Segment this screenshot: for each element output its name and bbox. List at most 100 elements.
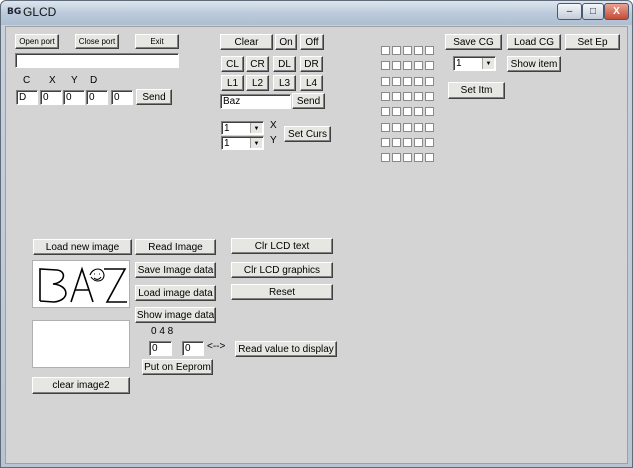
put-on-eeprom-button[interactable]: Put on Eeprom [142, 359, 213, 375]
pixel-checkbox[interactable] [425, 46, 434, 55]
pixel-checkbox[interactable] [425, 61, 434, 70]
pixel-checkbox[interactable] [403, 46, 412, 55]
reset-button[interactable]: Reset [231, 284, 333, 300]
set-ep-button[interactable]: Set Ep [565, 34, 620, 50]
l3-button[interactable]: L3 [273, 75, 296, 91]
send-button[interactable]: Send [136, 89, 172, 105]
pixel-checkbox[interactable] [414, 107, 423, 116]
image2-preview [32, 320, 130, 368]
pixel-checkbox[interactable] [414, 138, 423, 147]
save-image-data-button[interactable]: Save Image data [135, 262, 216, 278]
pixel-checkbox[interactable] [381, 77, 390, 86]
pixel-checkbox[interactable] [381, 92, 390, 101]
clear-button[interactable]: Clear [220, 34, 273, 50]
l1-button[interactable]: L1 [221, 75, 244, 91]
pixel-checkbox[interactable] [403, 123, 412, 132]
pixel-checkbox[interactable] [414, 61, 423, 70]
pixel-checkbox[interactable] [403, 107, 412, 116]
lcd-send-button[interactable]: Send [292, 93, 325, 109]
clear-image2-button[interactable]: clear image2 [32, 377, 130, 394]
dr-button[interactable]: DR [300, 56, 323, 72]
pixel-checkbox[interactable] [403, 77, 412, 86]
pixel-checkbox[interactable] [392, 123, 401, 132]
pixel-checkbox[interactable] [392, 92, 401, 101]
label-x: X [49, 75, 56, 86]
cursor-y-value: 1 [224, 138, 230, 149]
set-item-button[interactable]: Set Itm [448, 82, 505, 99]
pixel-checkbox[interactable] [414, 46, 423, 55]
c-field[interactable]: D [16, 90, 38, 105]
pixel-checkbox[interactable] [403, 138, 412, 147]
l4-button[interactable]: L4 [300, 75, 323, 91]
read-image-button[interactable]: Read Image [135, 239, 216, 255]
pixel-checkbox[interactable] [392, 46, 401, 55]
pixel-checkbox[interactable] [392, 107, 401, 116]
pixel-checkbox[interactable] [403, 61, 412, 70]
pixel-checkbox[interactable] [414, 77, 423, 86]
value-a-field[interactable]: 0 [149, 341, 172, 356]
load-cg-button[interactable]: Load CG [507, 34, 561, 50]
lcd-text-input[interactable]: Baz [220, 94, 291, 109]
pixel-checkbox[interactable] [381, 46, 390, 55]
label-c: C [23, 75, 31, 86]
cr-button[interactable]: CR [246, 56, 269, 72]
pixel-checkbox[interactable] [392, 153, 401, 162]
cl-button[interactable]: CL [221, 56, 244, 72]
chevron-down-icon: ▼ [250, 123, 262, 133]
pixel-checkbox[interactable] [381, 61, 390, 70]
pixel-checkbox[interactable] [381, 123, 390, 132]
save-cg-button[interactable]: Save CG [445, 34, 502, 50]
pixel-checkbox[interactable] [392, 61, 401, 70]
on-button[interactable]: On [275, 34, 297, 50]
maximize-icon[interactable]: □ [582, 3, 604, 20]
pixel-checkbox[interactable] [425, 153, 434, 162]
exit-button[interactable]: Exit [135, 34, 179, 49]
close-icon[interactable]: X [604, 3, 629, 20]
item-value: 1 [456, 58, 462, 69]
image-preview-drawing [39, 266, 127, 303]
title-bar[interactable]: BG GLCD – □ X [1, 1, 632, 25]
clr-lcd-graphics-button[interactable]: Clr LCD graphics [231, 262, 333, 278]
client-area: Open port Close port Exit C X Y D D 0 0 … [5, 26, 628, 464]
load-new-image-button[interactable]: Load new image [33, 239, 132, 255]
show-image-data-button[interactable]: Show image data [135, 307, 216, 323]
bit-numbers-label: 0 4 8 [151, 326, 174, 337]
value-field[interactable]: 0 [111, 90, 133, 105]
cursor-y-select[interactable]: 1 ▼ [221, 136, 264, 150]
read-value-to-display-button[interactable]: Read value to display [235, 341, 337, 357]
pixel-checkbox[interactable] [414, 123, 423, 132]
set-cursor-button[interactable]: Set Curs [284, 126, 331, 142]
close-port-button[interactable]: Close port [75, 34, 119, 49]
pixel-checkbox[interactable] [414, 92, 423, 101]
show-item-button[interactable]: Show item [507, 56, 561, 72]
l2-button[interactable]: L2 [246, 75, 269, 91]
pixel-checkbox[interactable] [381, 107, 390, 116]
y-field[interactable]: 0 [63, 90, 85, 105]
pixel-checkbox[interactable] [392, 77, 401, 86]
value-b-field[interactable]: 0 [182, 341, 204, 356]
pixel-checkbox[interactable] [403, 153, 412, 162]
item-select[interactable]: 1 ▼ [453, 56, 496, 71]
cursor-x-select[interactable]: 1 ▼ [221, 121, 264, 135]
minimize-icon[interactable]: – [557, 3, 582, 20]
pixel-checkbox[interactable] [392, 138, 401, 147]
pixel-checkbox[interactable] [414, 153, 423, 162]
open-port-button[interactable]: Open port [15, 34, 59, 49]
cursor-x-value: 1 [224, 123, 230, 134]
dl-button[interactable]: DL [273, 56, 296, 72]
load-image-data-button[interactable]: Load image data [135, 285, 216, 301]
pixel-checkbox[interactable] [425, 123, 434, 132]
chevron-down-icon: ▼ [250, 138, 262, 148]
off-button[interactable]: Off [300, 34, 324, 50]
pixel-checkbox[interactable] [425, 92, 434, 101]
pixel-checkbox[interactable] [425, 77, 434, 86]
clr-lcd-text-button[interactable]: Clr LCD text [231, 238, 333, 254]
d-field[interactable]: 0 [86, 90, 108, 105]
pixel-checkbox[interactable] [403, 92, 412, 101]
pixel-checkbox[interactable] [425, 138, 434, 147]
pixel-checkbox[interactable] [381, 153, 390, 162]
pixel-checkbox[interactable] [425, 107, 434, 116]
port-status-field[interactable] [15, 53, 179, 68]
x-field[interactable]: 0 [40, 90, 62, 105]
pixel-checkbox[interactable] [381, 138, 390, 147]
